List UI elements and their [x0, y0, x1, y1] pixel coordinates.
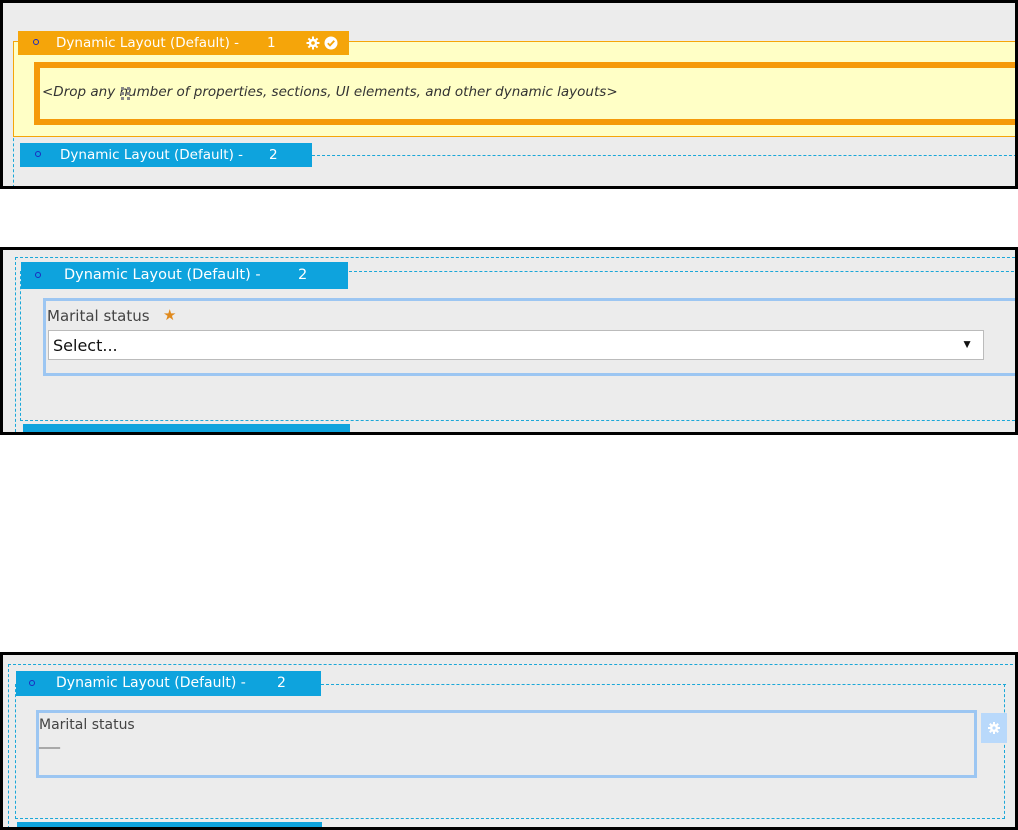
layout-guide: [15, 684, 16, 819]
required-marker: ★: [163, 307, 177, 324]
field-container[interactable]: Marital status ★ Select... ▼: [43, 298, 1015, 376]
dynamic-layout-1-header[interactable]: Dynamic Layout (Default) - 1: [18, 31, 349, 55]
design-panel-2: Dynamic Layout (Default) - 2 Marital sta…: [0, 247, 1018, 435]
next-layout-header[interactable]: [17, 822, 322, 827]
chevron-down-icon[interactable]: ▼: [961, 337, 973, 351]
checkmark-icon[interactable]: [324, 36, 338, 50]
drop-zone[interactable]: <Drop any number of properties, sections…: [34, 62, 1015, 125]
dynamic-layout-2-header[interactable]: Dynamic Layout (Default) - 2: [21, 262, 348, 289]
layout-guide: [13, 133, 14, 186]
layout-guide: [349, 271, 1015, 272]
layout-bullet-icon: [33, 39, 39, 45]
select-value: Select...: [53, 336, 118, 355]
drag-handle-icon[interactable]: [120, 86, 132, 102]
design-panel-1: Dynamic Layout (Default) - 1 <Drop any n…: [0, 0, 1018, 189]
layout-bullet-icon: [35, 272, 41, 278]
layout-guide: [1004, 684, 1005, 819]
dynamic-layout-2-header[interactable]: Dynamic Layout (Default) - 2: [20, 143, 312, 167]
header-number: 2: [277, 675, 286, 691]
layout-guide: [15, 257, 16, 432]
layout-guide: [312, 155, 1015, 156]
layout-bullet-icon: [29, 680, 35, 686]
field-label: Marital status: [47, 307, 150, 325]
layout-guide: [20, 420, 1015, 421]
gear-icon[interactable]: [981, 713, 1007, 743]
header-number: 1: [267, 35, 276, 51]
field-label: Marital status: [39, 717, 135, 733]
header-number: 2: [298, 267, 308, 283]
dynamic-layout-2-header[interactable]: Dynamic Layout (Default) - 2: [16, 671, 321, 696]
header-label: Dynamic Layout (Default) -: [56, 35, 240, 51]
layout-guide: [321, 684, 1006, 685]
design-panel-3: Dynamic Layout (Default) - 2 Marital sta…: [0, 652, 1018, 830]
next-layout-header[interactable]: [23, 424, 350, 432]
header-label: Dynamic Layout (Default) -: [64, 267, 261, 283]
layout-bullet-icon: [35, 151, 41, 157]
field-value: ___: [39, 733, 60, 749]
layout-guide: [20, 271, 21, 421]
layout-guide: [15, 818, 1005, 819]
gear-icon[interactable]: [306, 36, 320, 50]
layout-guide: [15, 257, 1015, 258]
layout-guide: [8, 664, 9, 827]
layout-guide: [8, 664, 1015, 665]
header-number: 2: [269, 147, 278, 163]
field-container[interactable]: Marital status ___: [36, 710, 977, 778]
marital-status-select[interactable]: Select... ▼: [48, 330, 984, 360]
header-label: Dynamic Layout (Default) -: [60, 147, 244, 163]
header-label: Dynamic Layout (Default) -: [56, 675, 246, 691]
